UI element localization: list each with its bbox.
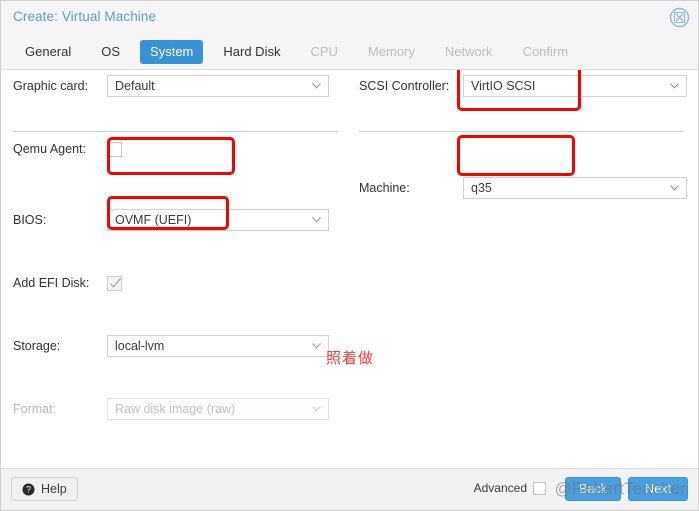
format-select: Raw disk image (raw) xyxy=(107,398,329,420)
row-add-efi-disk: Add EFI Disk: xyxy=(1,267,350,299)
form-column-left: Graphic card: Default Qemu Agent: BIOS: … xyxy=(1,70,350,420)
question-mark-icon: ? xyxy=(22,483,35,496)
advanced-checkbox[interactable] xyxy=(533,481,546,495)
chevron-down-icon xyxy=(312,83,321,89)
tab-cpu: CPU xyxy=(310,43,338,59)
graphic-card-value: Default xyxy=(115,79,155,93)
machine-value: q35 xyxy=(471,181,492,195)
qemu-agent-checkbox[interactable] xyxy=(107,141,122,157)
storage-label: Storage: xyxy=(13,339,61,353)
row-scsi-controller: SCSI Controller: VirtIO SCSI xyxy=(351,70,698,102)
checkmark-icon xyxy=(109,277,122,290)
tab-general[interactable]: General xyxy=(15,40,81,64)
scsi-controller-select[interactable]: VirtIO SCSI xyxy=(463,75,687,97)
row-bios: BIOS: OVMF (UEFI) xyxy=(1,204,350,236)
add-efi-disk-label: Add EFI Disk: xyxy=(13,276,90,290)
graphic-card-label: Graphic card: xyxy=(13,79,89,93)
storage-select[interactable]: local-lvm xyxy=(107,335,329,357)
bios-select[interactable]: OVMF (UEFI) xyxy=(107,209,329,231)
dialog-footer: ? Help Advanced Back Next @RobertTeacher xyxy=(1,468,698,510)
row-storage: Storage: local-lvm xyxy=(1,330,350,362)
chevron-down-icon xyxy=(670,185,679,191)
add-efi-disk-checkbox[interactable] xyxy=(107,275,122,291)
dialog-titlebar: Create: Virtual Machine xyxy=(1,1,698,34)
next-button[interactable]: Next xyxy=(628,477,688,501)
tab-system[interactable]: System xyxy=(140,39,204,64)
back-button[interactable]: Back xyxy=(565,477,621,501)
chevron-down-icon xyxy=(670,83,679,89)
chevron-down-icon xyxy=(312,343,321,349)
qemu-agent-label: Qemu Agent: xyxy=(13,142,86,156)
tab-hard-disk[interactable]: Hard Disk xyxy=(213,40,290,64)
tab-os[interactable]: OS xyxy=(91,40,130,64)
advanced-toggle[interactable]: Advanced xyxy=(474,481,546,495)
format-label: Format: xyxy=(13,402,57,416)
close-icon[interactable] xyxy=(669,7,690,28)
machine-select[interactable]: q35 xyxy=(463,177,687,199)
advanced-label: Advanced xyxy=(473,481,527,495)
row-format: Format: Raw disk image (raw) xyxy=(1,393,350,425)
bios-value: OVMF (UEFI) xyxy=(115,213,192,227)
scsi-controller-value: VirtIO SCSI xyxy=(471,79,536,93)
highlight-box-machine xyxy=(457,135,575,176)
row-graphic-card: Graphic card: Default xyxy=(1,70,350,102)
help-button[interactable]: ? Help xyxy=(11,477,78,501)
tab-network: Network xyxy=(444,43,493,59)
form-column-right: SCSI Controller: VirtIO SCSI Machine: q3… xyxy=(351,70,698,199)
help-button-label: Help xyxy=(41,482,67,496)
system-settings-form: Graphic card: Default Qemu Agent: BIOS: … xyxy=(1,70,698,468)
dialog-title: Create: Virtual Machine xyxy=(13,9,157,24)
tab-memory: Memory xyxy=(367,43,415,59)
storage-value: local-lvm xyxy=(115,339,165,353)
chevron-down-icon xyxy=(312,217,321,223)
chevron-down-icon xyxy=(312,406,321,412)
row-machine: Machine: q35 xyxy=(351,172,698,204)
bios-label: BIOS: xyxy=(13,213,47,227)
machine-label: Machine: xyxy=(359,181,410,195)
wizard-tabbar: General OS System Hard Disk CPU Memory N… xyxy=(1,34,698,70)
format-value: Raw disk image (raw) xyxy=(115,402,236,416)
svg-text:?: ? xyxy=(26,484,31,494)
tab-confirm: Confirm xyxy=(522,43,569,59)
graphic-card-select[interactable]: Default xyxy=(107,75,329,97)
create-virtual-machine-dialog: Create: Virtual Machine General OS Syste… xyxy=(0,0,699,511)
annotation-note-text: 照着做 xyxy=(326,350,375,367)
row-qemu-agent: Qemu Agent: xyxy=(1,133,350,165)
scsi-controller-label: SCSI Controller: xyxy=(359,79,450,93)
